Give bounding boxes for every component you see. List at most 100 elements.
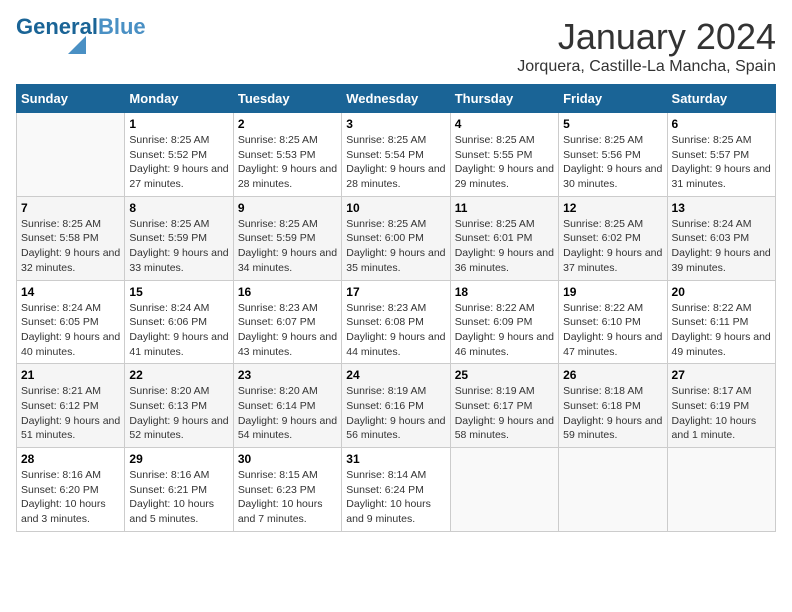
- day-number: 2: [238, 117, 337, 131]
- day-number: 21: [21, 368, 120, 382]
- day-info: Sunrise: 8:22 AMSunset: 6:10 PMDaylight:…: [563, 301, 662, 360]
- logo-arrow-icon: [68, 36, 86, 54]
- day-number: 28: [21, 452, 120, 466]
- day-info: Sunrise: 8:19 AMSunset: 6:16 PMDaylight:…: [346, 384, 445, 443]
- day-number: 11: [455, 201, 554, 215]
- weekday-header-tuesday: Tuesday: [233, 85, 341, 113]
- day-number: 1: [129, 117, 228, 131]
- calendar-cell: 17 Sunrise: 8:23 AMSunset: 6:08 PMDayligh…: [342, 280, 450, 364]
- weekday-header-friday: Friday: [559, 85, 667, 113]
- day-info: Sunrise: 8:25 AMSunset: 5:59 PMDaylight:…: [238, 217, 337, 276]
- day-number: 19: [563, 285, 662, 299]
- day-number: 25: [455, 368, 554, 382]
- day-number: 7: [21, 201, 120, 215]
- calendar-week-row: 1 Sunrise: 8:25 AMSunset: 5:52 PMDaylight…: [17, 113, 776, 197]
- day-info: Sunrise: 8:25 AMSunset: 6:02 PMDaylight:…: [563, 217, 662, 276]
- calendar-cell: 15 Sunrise: 8:24 AMSunset: 6:06 PMDayligh…: [125, 280, 233, 364]
- calendar-cell: 19 Sunrise: 8:22 AMSunset: 6:10 PMDayligh…: [559, 280, 667, 364]
- day-info: Sunrise: 8:16 AMSunset: 6:20 PMDaylight:…: [21, 468, 120, 527]
- day-info: Sunrise: 8:21 AMSunset: 6:12 PMDaylight:…: [21, 384, 120, 443]
- calendar-table: SundayMondayTuesdayWednesdayThursdayFrid…: [16, 84, 776, 532]
- calendar-cell: 24 Sunrise: 8:19 AMSunset: 6:16 PMDayligh…: [342, 364, 450, 448]
- day-info: Sunrise: 8:15 AMSunset: 6:23 PMDaylight:…: [238, 468, 337, 527]
- day-number: 27: [672, 368, 771, 382]
- calendar-cell: 7 Sunrise: 8:25 AMSunset: 5:58 PMDaylight…: [17, 196, 125, 280]
- day-info: Sunrise: 8:23 AMSunset: 6:07 PMDaylight:…: [238, 301, 337, 360]
- weekday-header-saturday: Saturday: [667, 85, 775, 113]
- calendar-cell: 10Sunrise: 8:25 AMSunset: 6:00 PMDayligh…: [342, 196, 450, 280]
- calendar-cell: 14 Sunrise: 8:24 AMSunset: 6:05 PMDayligh…: [17, 280, 125, 364]
- calendar-cell: 31 Sunrise: 8:14 AMSunset: 6:24 PMDayligh…: [342, 448, 450, 532]
- day-info: Sunrise: 8:16 AMSunset: 6:21 PMDaylight:…: [129, 468, 228, 527]
- page-header: GeneralBlue January 2024 Jorquera, Casti…: [16, 16, 776, 76]
- day-info: Sunrise: 8:22 AMSunset: 6:11 PMDaylight:…: [672, 301, 771, 360]
- day-number: 26: [563, 368, 662, 382]
- day-info: Sunrise: 8:23 AMSunset: 6:08 PMDaylight:…: [346, 301, 445, 360]
- calendar-cell: 25 Sunrise: 8:19 AMSunset: 6:17 PMDayligh…: [450, 364, 558, 448]
- calendar-cell: 28 Sunrise: 8:16 AMSunset: 6:20 PMDayligh…: [17, 448, 125, 532]
- day-info: Sunrise: 8:14 AMSunset: 6:24 PMDaylight:…: [346, 468, 445, 527]
- day-number: 22: [129, 368, 228, 382]
- day-info: Sunrise: 8:25 AMSunset: 5:58 PMDaylight:…: [21, 217, 120, 276]
- day-info: Sunrise: 8:25 AMSunset: 5:52 PMDaylight:…: [129, 133, 228, 192]
- calendar-week-row: 28 Sunrise: 8:16 AMSunset: 6:20 PMDayligh…: [17, 448, 776, 532]
- calendar-week-row: 21 Sunrise: 8:21 AMSunset: 6:12 PMDayligh…: [17, 364, 776, 448]
- logo-part2: Blue: [98, 14, 146, 39]
- day-info: Sunrise: 8:24 AMSunset: 6:03 PMDaylight:…: [672, 217, 771, 276]
- day-number: 12: [563, 201, 662, 215]
- weekday-header-monday: Monday: [125, 85, 233, 113]
- day-number: 10: [346, 201, 445, 215]
- day-number: 15: [129, 285, 228, 299]
- title-area: January 2024 Jorquera, Castille-La Manch…: [517, 16, 776, 76]
- weekday-header-sunday: Sunday: [17, 85, 125, 113]
- day-info: Sunrise: 8:24 AMSunset: 6:06 PMDaylight:…: [129, 301, 228, 360]
- day-number: 6: [672, 117, 771, 131]
- calendar-cell: 1 Sunrise: 8:25 AMSunset: 5:52 PMDaylight…: [125, 113, 233, 197]
- day-number: 31: [346, 452, 445, 466]
- day-number: 17: [346, 285, 445, 299]
- calendar-cell: 16 Sunrise: 8:23 AMSunset: 6:07 PMDayligh…: [233, 280, 341, 364]
- calendar-cell: 2 Sunrise: 8:25 AMSunset: 5:53 PMDaylight…: [233, 113, 341, 197]
- calendar-cell: 6 Sunrise: 8:25 AMSunset: 5:57 PMDaylight…: [667, 113, 775, 197]
- calendar-title: January 2024: [517, 16, 776, 58]
- calendar-week-row: 14 Sunrise: 8:24 AMSunset: 6:05 PMDayligh…: [17, 280, 776, 364]
- day-number: 29: [129, 452, 228, 466]
- day-info: Sunrise: 8:25 AMSunset: 5:56 PMDaylight:…: [563, 133, 662, 192]
- calendar-cell: 12 Sunrise: 8:25 AMSunset: 6:02 PMDayligh…: [559, 196, 667, 280]
- calendar-cell: 27 Sunrise: 8:17 AMSunset: 6:19 PMDayligh…: [667, 364, 775, 448]
- day-number: 14: [21, 285, 120, 299]
- day-info: Sunrise: 8:19 AMSunset: 6:17 PMDaylight:…: [455, 384, 554, 443]
- calendar-cell: 29 Sunrise: 8:16 AMSunset: 6:21 PMDayligh…: [125, 448, 233, 532]
- calendar-cell: 3Sunrise: 8:25 AMSunset: 5:54 PMDaylight…: [342, 113, 450, 197]
- day-number: 24: [346, 368, 445, 382]
- calendar-cell: 13Sunrise: 8:24 AMSunset: 6:03 PMDayligh…: [667, 196, 775, 280]
- day-number: 9: [238, 201, 337, 215]
- day-info: Sunrise: 8:25 AMSunset: 5:55 PMDaylight:…: [455, 133, 554, 192]
- calendar-cell: [559, 448, 667, 532]
- calendar-cell: 20Sunrise: 8:22 AMSunset: 6:11 PMDayligh…: [667, 280, 775, 364]
- day-number: 16: [238, 285, 337, 299]
- calendar-cell: 5Sunrise: 8:25 AMSunset: 5:56 PMDaylight…: [559, 113, 667, 197]
- calendar-week-row: 7 Sunrise: 8:25 AMSunset: 5:58 PMDaylight…: [17, 196, 776, 280]
- day-info: Sunrise: 8:25 AMSunset: 5:57 PMDaylight:…: [672, 133, 771, 192]
- day-info: Sunrise: 8:25 AMSunset: 5:59 PMDaylight:…: [129, 217, 228, 276]
- calendar-cell: 21 Sunrise: 8:21 AMSunset: 6:12 PMDayligh…: [17, 364, 125, 448]
- day-info: Sunrise: 8:25 AMSunset: 6:01 PMDaylight:…: [455, 217, 554, 276]
- calendar-cell: 11 Sunrise: 8:25 AMSunset: 6:01 PMDayligh…: [450, 196, 558, 280]
- day-info: Sunrise: 8:18 AMSunset: 6:18 PMDaylight:…: [563, 384, 662, 443]
- calendar-cell: 30 Sunrise: 8:15 AMSunset: 6:23 PMDayligh…: [233, 448, 341, 532]
- calendar-cell: [17, 113, 125, 197]
- weekday-header-thursday: Thursday: [450, 85, 558, 113]
- day-number: 23: [238, 368, 337, 382]
- day-info: Sunrise: 8:20 AMSunset: 6:14 PMDaylight:…: [238, 384, 337, 443]
- day-info: Sunrise: 8:20 AMSunset: 6:13 PMDaylight:…: [129, 384, 228, 443]
- weekday-header-wednesday: Wednesday: [342, 85, 450, 113]
- day-info: Sunrise: 8:17 AMSunset: 6:19 PMDaylight:…: [672, 384, 771, 443]
- day-info: Sunrise: 8:24 AMSunset: 6:05 PMDaylight:…: [21, 301, 120, 360]
- calendar-cell: 8Sunrise: 8:25 AMSunset: 5:59 PMDaylight…: [125, 196, 233, 280]
- day-number: 4: [455, 117, 554, 131]
- calendar-cell: 26 Sunrise: 8:18 AMSunset: 6:18 PMDayligh…: [559, 364, 667, 448]
- day-info: Sunrise: 8:25 AMSunset: 5:53 PMDaylight:…: [238, 133, 337, 192]
- day-number: 30: [238, 452, 337, 466]
- calendar-cell: 9 Sunrise: 8:25 AMSunset: 5:59 PMDaylight…: [233, 196, 341, 280]
